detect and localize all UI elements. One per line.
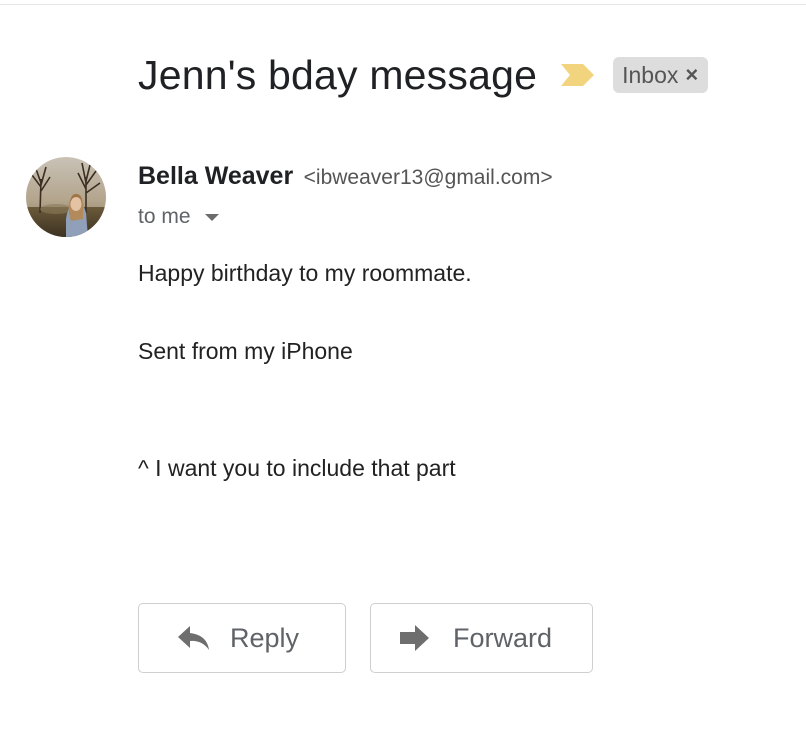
forward-button[interactable]: Forward xyxy=(370,603,593,673)
message-body-line: Sent from my iPhone xyxy=(138,338,353,364)
importance-marker-icon[interactable] xyxy=(561,64,595,86)
sender-line: Bella Weaver <ibweaver13@gmail.com> xyxy=(138,162,553,191)
sender-avatar[interactable] xyxy=(26,157,106,237)
reply-arrow-icon xyxy=(177,621,211,655)
chevron-down-icon[interactable] xyxy=(204,213,219,221)
inbox-label-text: Inbox xyxy=(622,61,679,88)
forward-label: Forward xyxy=(453,622,553,653)
recipients-toggle[interactable]: to me xyxy=(138,205,219,229)
remove-label-icon[interactable]: × xyxy=(685,64,698,86)
email-subject: Jenn's bday message xyxy=(138,51,538,98)
sender-email: <ibweaver13@gmail.com> xyxy=(303,166,553,189)
sender-name[interactable]: Bella Weaver xyxy=(138,162,293,190)
message-body-line: Happy birthday to my roommate. xyxy=(138,260,472,286)
reply-button[interactable]: Reply xyxy=(138,603,346,673)
recipients-label: to me xyxy=(138,205,191,228)
inbox-label-chip[interactable]: Inbox × xyxy=(613,57,709,93)
top-divider xyxy=(0,4,806,5)
subject-header: Jenn's bday message Inbox × xyxy=(138,50,709,100)
message-body-line: ^ I want you to include that part xyxy=(138,455,456,481)
forward-arrow-icon xyxy=(398,621,432,655)
reply-label: Reply xyxy=(230,622,300,653)
